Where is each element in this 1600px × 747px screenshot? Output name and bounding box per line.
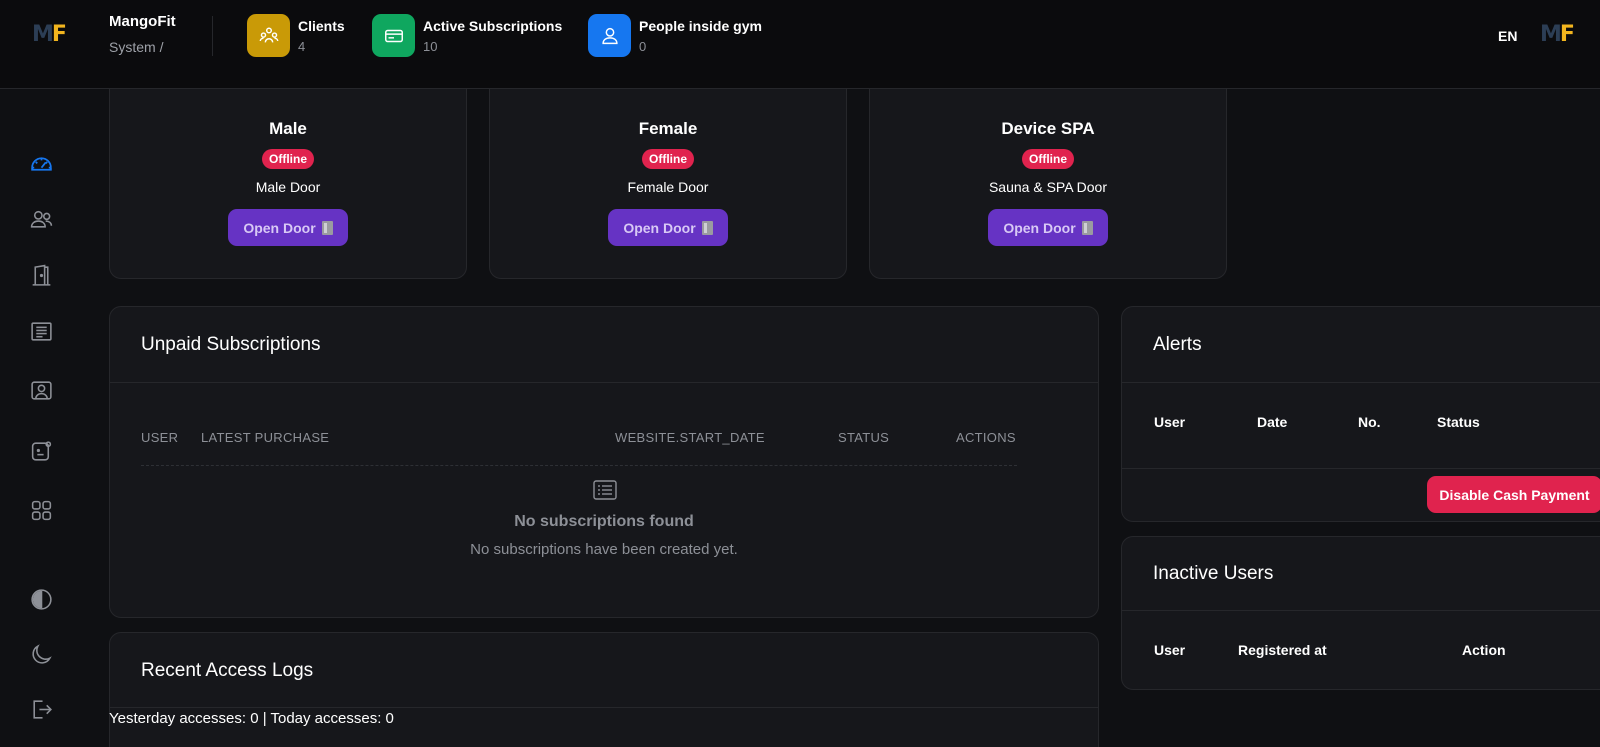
language-switch[interactable]: EN xyxy=(1498,28,1517,44)
card-divider xyxy=(110,707,1098,708)
user-avatar[interactable]: MF xyxy=(1540,22,1575,47)
door-card-spa: Device SPA Offline Sauna & SPA Door Open… xyxy=(869,89,1227,279)
clients-icon xyxy=(247,14,290,57)
column-header[interactable]: Date xyxy=(1257,414,1287,430)
table-divider xyxy=(1122,468,1600,469)
open-door-button[interactable]: Open Door xyxy=(608,209,728,246)
column-header[interactable]: Action xyxy=(1462,642,1506,658)
open-door-button[interactable]: Open Door xyxy=(228,209,348,246)
door-name: Male xyxy=(269,119,307,138)
dashboard-icon[interactable] xyxy=(28,150,54,176)
column-header[interactable]: User xyxy=(1154,642,1185,658)
contact-card-icon[interactable] xyxy=(28,377,54,403)
column-header[interactable]: WEBSITE.START_DATE xyxy=(615,430,765,445)
unpaid-subscriptions-card: Unpaid Subscriptions USER LATEST PURCHAS… xyxy=(109,306,1099,618)
card-title: Inactive Users xyxy=(1153,563,1274,584)
stat-people-inside[interactable]: People inside gym 0 xyxy=(588,14,762,57)
status-badge: Offline xyxy=(1022,149,1074,169)
stat-value: 10 xyxy=(423,38,438,54)
app-icon[interactable] xyxy=(28,438,54,464)
stat-value: 0 xyxy=(639,38,647,54)
contrast-icon[interactable] xyxy=(28,586,54,612)
column-header[interactable]: Registered at xyxy=(1238,642,1327,658)
empty-state-subtitle: No subscriptions have been created yet. xyxy=(470,541,738,558)
card-icon xyxy=(372,14,415,57)
column-header[interactable]: LATEST PURCHASE xyxy=(201,430,329,445)
open-door-button[interactable]: Open Door xyxy=(988,209,1108,246)
card-divider xyxy=(110,382,1098,383)
door-description: Female Door xyxy=(627,179,709,195)
stat-label: People inside gym xyxy=(639,17,762,34)
open-door-label: Open Door xyxy=(243,219,316,236)
column-header[interactable]: No. xyxy=(1358,414,1381,430)
door-name: Device SPA xyxy=(1001,119,1095,138)
stat-label: Active Subscriptions xyxy=(423,17,563,34)
card-divider xyxy=(1122,610,1600,611)
status-badge: Offline xyxy=(262,149,314,169)
breadcrumb: System / xyxy=(109,39,164,55)
column-header[interactable]: User xyxy=(1154,414,1185,430)
open-door-label: Open Door xyxy=(1003,219,1076,236)
door-description: Male Door xyxy=(255,179,321,195)
column-header[interactable]: STATUS xyxy=(838,430,889,445)
door-card-male: Male Offline Male Door Open Door xyxy=(109,89,467,279)
door-icon[interactable] xyxy=(28,262,54,288)
card-title: Alerts xyxy=(1153,334,1202,355)
open-door-label: Open Door xyxy=(623,219,696,236)
recent-access-logs-card: Recent Access Logs xyxy=(109,632,1099,747)
door-icon xyxy=(701,220,713,235)
door-icon xyxy=(321,220,333,235)
grid-icon[interactable] xyxy=(28,497,54,523)
logout-icon[interactable] xyxy=(28,696,54,722)
column-header[interactable]: USER xyxy=(141,430,178,445)
stat-value: 4 xyxy=(298,38,306,54)
receipt-icon[interactable] xyxy=(28,318,54,344)
brand-block: MangoFit System / xyxy=(109,13,176,55)
stat-label: Clients xyxy=(298,17,345,34)
card-title: Unpaid Subscriptions xyxy=(141,334,321,355)
sidebar xyxy=(0,89,84,747)
users-icon[interactable] xyxy=(28,206,54,232)
stat-active-subscriptions[interactable]: Active Subscriptions 10 xyxy=(372,14,562,57)
stat-clients[interactable]: Clients 4 xyxy=(247,14,345,57)
card-title: Recent Access Logs xyxy=(141,660,314,681)
moon-icon[interactable] xyxy=(28,641,54,667)
door-icon xyxy=(1081,220,1093,235)
top-bar: MF MangoFit System / Clients 4 Active Su… xyxy=(0,0,1600,89)
brand-name: MangoFit xyxy=(109,13,176,30)
status-badge: Offline xyxy=(642,149,694,169)
user-icon xyxy=(588,14,631,57)
inactive-users-card: Inactive Users User Registered at Action xyxy=(1121,536,1600,690)
door-name: Female xyxy=(638,119,698,138)
table-divider xyxy=(141,465,1017,466)
door-description: Sauna & SPA Door xyxy=(988,179,1108,195)
card-divider xyxy=(1122,382,1600,383)
access-summary: Yesterday accesses: 0 | Today accesses: … xyxy=(109,710,394,727)
door-card-female: Female Offline Female Door Open Door xyxy=(489,89,847,279)
column-header[interactable]: ACTIONS xyxy=(956,430,1016,445)
empty-state-title: No subscriptions found xyxy=(514,513,694,530)
app-logo[interactable]: MF xyxy=(32,22,67,47)
header-divider xyxy=(212,16,213,56)
column-header[interactable]: Status xyxy=(1437,414,1480,430)
list-icon xyxy=(593,480,617,500)
disable-cash-payment-button[interactable]: Disable Cash Payment xyxy=(1427,476,1600,513)
